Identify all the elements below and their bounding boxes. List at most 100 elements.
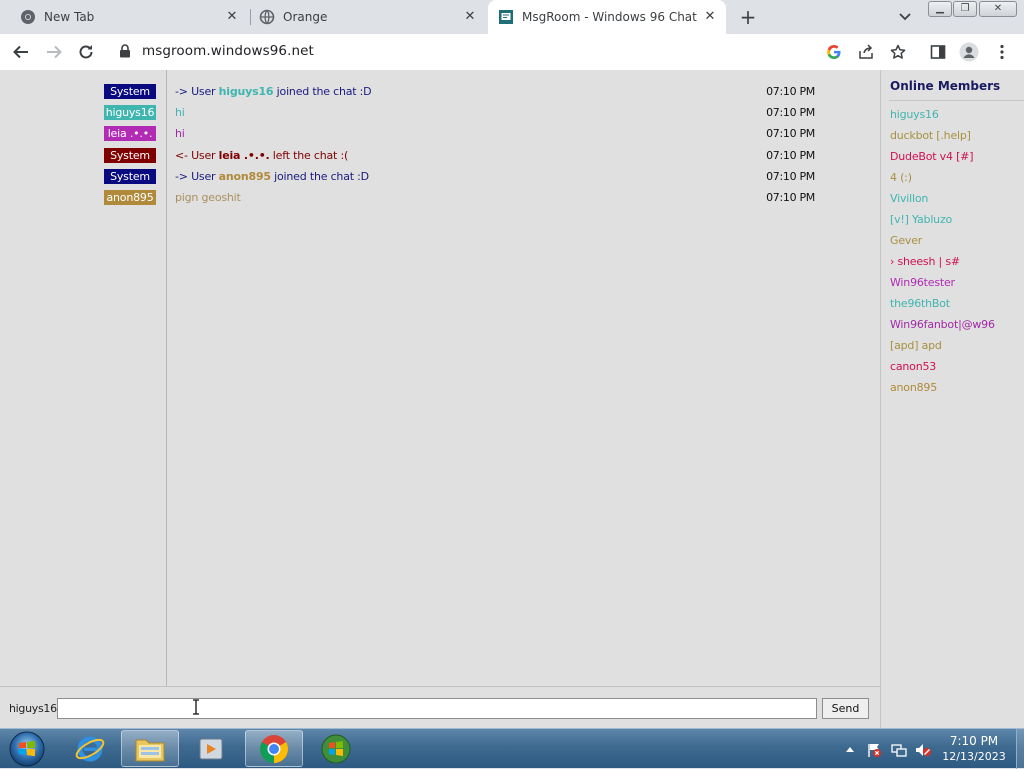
message-time: 07:10 PM xyxy=(766,127,815,140)
lock-icon[interactable] xyxy=(119,44,131,58)
message-time: 07:10 PM xyxy=(766,191,815,204)
tab-strip: New Tab ✕ Orange ✕ MsgRoom - Windows 96 … xyxy=(0,0,1024,34)
bookmark-button[interactable] xyxy=(888,42,908,62)
clock-time: 7:10 PM xyxy=(949,734,999,748)
start-button-icon[interactable] xyxy=(7,730,47,768)
show-desktop-button[interactable] xyxy=(1016,729,1024,769)
message-text: hi xyxy=(175,106,185,119)
member-item[interactable]: the96thBot xyxy=(890,297,950,310)
nickname-label[interactable]: higuys16 xyxy=(9,702,57,715)
member-item[interactable]: [v!] Yabluzo xyxy=(890,213,952,226)
member-item[interactable]: › sheesh | s# xyxy=(890,255,960,268)
member-item[interactable]: [apd] apd xyxy=(890,339,942,352)
close-tab-icon[interactable]: ✕ xyxy=(224,9,240,25)
sender-badge: anon895 xyxy=(104,190,156,205)
reload-icon xyxy=(79,45,93,59)
minimize-button[interactable]: ▁ xyxy=(928,1,952,17)
forward-arrow-icon xyxy=(47,45,62,59)
chrome-icon xyxy=(21,10,35,24)
media-player-icon xyxy=(199,738,223,759)
maximize-button[interactable]: ❐ xyxy=(953,1,977,17)
message-input[interactable] xyxy=(57,698,817,719)
close-tab-icon[interactable]: ✕ xyxy=(702,9,718,25)
share-button[interactable] xyxy=(856,42,876,62)
text-cursor-icon xyxy=(193,699,199,715)
folder-icon xyxy=(135,739,165,761)
message-time: 07:10 PM xyxy=(766,170,815,183)
taskbar-chrome[interactable] xyxy=(245,730,303,767)
google-lens-button[interactable] xyxy=(824,42,844,62)
profile-button[interactable] xyxy=(959,42,979,62)
member-item[interactable]: 4 (:) xyxy=(890,171,912,184)
member-item[interactable]: Vivillon xyxy=(890,192,928,205)
new-tab-button[interactable]: + xyxy=(737,6,759,28)
system-clock[interactable]: 7:10 PM 12/13/2023 xyxy=(936,733,1012,765)
member-item[interactable]: Win96fanbot|@w96 xyxy=(890,318,995,331)
reload-button[interactable] xyxy=(76,42,96,62)
side-panel-button[interactable] xyxy=(928,42,948,62)
member-item[interactable]: higuys16 xyxy=(890,108,939,121)
message-time: 07:10 PM xyxy=(766,149,815,162)
action-center-flag-icon[interactable] xyxy=(866,742,882,758)
back-arrow-icon xyxy=(13,45,28,59)
chat-log[interactable]: 07:10 PM System -> User higuys16 joined … xyxy=(0,70,880,686)
profile-icon xyxy=(959,42,979,62)
browser-toolbar: msgroom.windows96.net xyxy=(0,34,1024,70)
internet-explorer-icon xyxy=(75,736,105,761)
message-time: 07:10 PM xyxy=(766,85,815,98)
msgroom-favicon-icon xyxy=(499,10,513,24)
show-hidden-icons-icon[interactable] xyxy=(845,745,855,753)
address-bar[interactable]: msgroom.windows96.net xyxy=(142,43,314,59)
divider xyxy=(889,100,1024,101)
member-item[interactable]: anon895 xyxy=(890,381,937,394)
tab-search-chevron-icon[interactable] xyxy=(896,9,914,25)
member-item[interactable]: duckbot [.help] xyxy=(890,129,971,142)
member-item[interactable]: Gever xyxy=(890,234,922,247)
windows-orb-icon xyxy=(321,734,351,763)
sender-badge: System xyxy=(104,84,156,99)
member-item[interactable]: canon53 xyxy=(890,360,936,373)
tab-msgroom[interactable]: MsgRoom - Windows 96 Chat ✕ xyxy=(488,0,726,34)
message-text: -> User higuys16 joined the chat :D xyxy=(175,85,372,98)
network-icon[interactable] xyxy=(891,742,907,758)
close-tab-icon[interactable]: ✕ xyxy=(462,9,478,25)
message-text: <- User leia .•.•. left the chat :( xyxy=(175,149,349,162)
close-window-button[interactable]: ✕ xyxy=(979,1,1017,17)
tab-new-tab[interactable]: New Tab ✕ xyxy=(0,0,248,34)
sender-badge: leia .•.•. xyxy=(104,126,156,141)
globe-icon xyxy=(259,9,275,25)
member-item[interactable]: DudeBot v4 [#] xyxy=(890,150,973,163)
google-icon xyxy=(827,45,841,59)
windows-taskbar: 7:10 PM 12/13/2023 xyxy=(0,728,1024,769)
tab-orange[interactable]: Orange ✕ xyxy=(252,0,486,34)
taskbar-internet-explorer[interactable] xyxy=(61,730,119,767)
chat-input-bar: higuys16 Send xyxy=(0,686,880,728)
clock-date: 12/13/2023 xyxy=(942,750,1006,763)
volume-muted-icon[interactable] xyxy=(914,742,932,758)
menu-button[interactable] xyxy=(992,42,1012,62)
back-button[interactable] xyxy=(11,42,31,62)
star-icon xyxy=(890,44,906,59)
tab-title: Orange xyxy=(283,10,328,24)
member-item[interactable]: Win96tester xyxy=(890,276,955,289)
sender-badge: System xyxy=(104,148,156,163)
taskbar-windows-app[interactable] xyxy=(307,730,365,767)
message-text: -> User anon895 joined the chat :D xyxy=(175,170,369,183)
send-button[interactable]: Send xyxy=(822,698,869,719)
taskbar-media-player[interactable] xyxy=(182,730,240,767)
forward-button[interactable] xyxy=(44,42,64,62)
kebab-menu-icon xyxy=(1000,44,1004,60)
chrome-icon xyxy=(260,734,288,763)
message-text: pign geoshit xyxy=(175,191,241,204)
members-title: Online Members xyxy=(890,79,1001,93)
tab-title: New Tab xyxy=(44,10,95,24)
tab-title: MsgRoom - Windows 96 Chat xyxy=(522,10,697,24)
online-members-panel: Online Members higuys16 duckbot [.help] … xyxy=(880,70,1024,728)
msgroom-page: 07:10 PM System -> User higuys16 joined … xyxy=(0,70,1024,728)
taskbar-file-explorer[interactable] xyxy=(121,730,179,767)
message-time: 07:10 PM xyxy=(766,106,815,119)
message-text: hi xyxy=(175,127,185,140)
tab-separator xyxy=(250,9,251,25)
share-icon xyxy=(859,44,873,59)
side-panel-icon xyxy=(930,45,946,59)
